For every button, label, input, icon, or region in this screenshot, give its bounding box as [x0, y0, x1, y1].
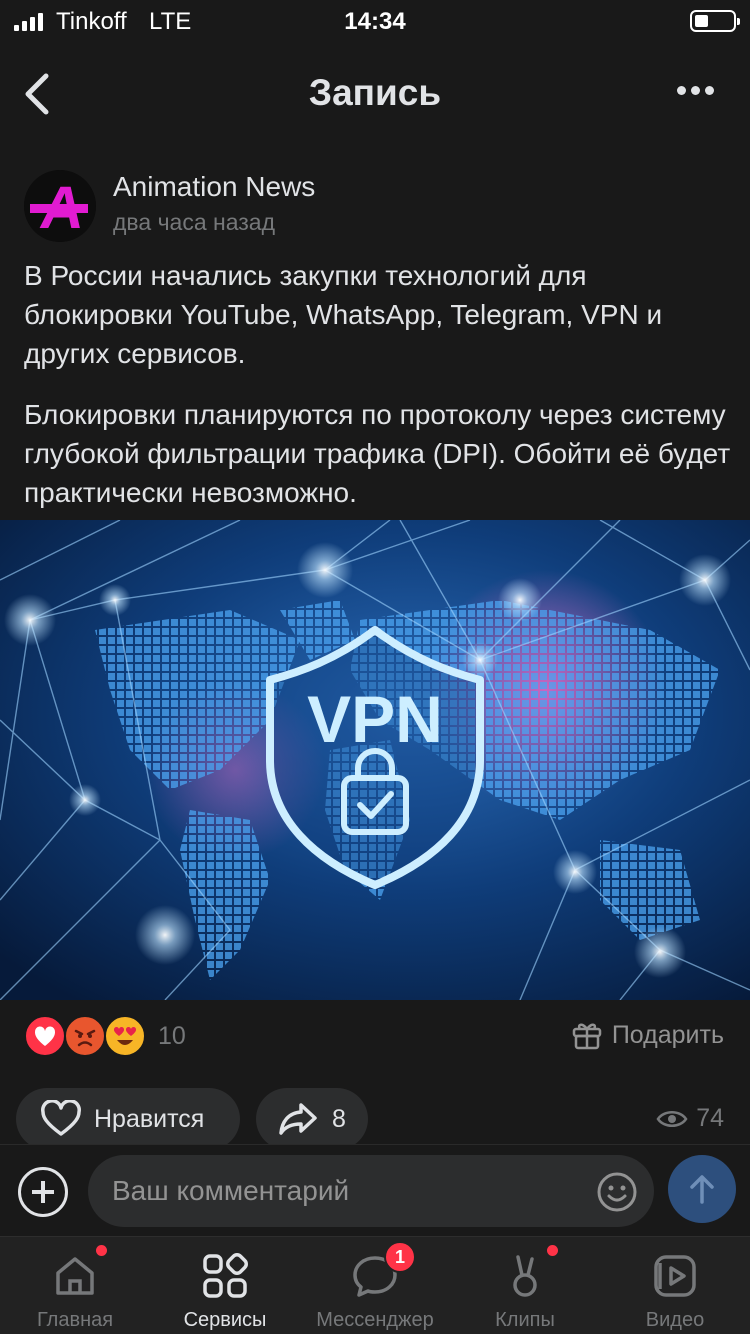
heart-reaction-icon — [24, 1015, 66, 1057]
gift-button[interactable]: Подарить — [570, 1018, 724, 1052]
tab-clips-label: Клипы — [495, 1309, 555, 1331]
views-counter: 74 — [656, 1104, 724, 1133]
page-title: Запись — [308, 72, 442, 113]
home-icon — [56, 1257, 94, 1295]
heart-outline-icon — [41, 1100, 81, 1136]
reaction-count: 10 — [158, 1021, 186, 1050]
post-paragraph-1: В России начались закупки технологий для… — [24, 260, 663, 369]
more-button[interactable] — [677, 86, 714, 95]
post-image[interactable]: VPN — [0, 520, 750, 1000]
share-arrow-icon — [279, 1103, 317, 1135]
tab-messenger-label: Мессенджер — [316, 1309, 434, 1331]
add-attachment-button[interactable] — [18, 1167, 68, 1217]
vpn-illustration: VPN — [0, 520, 750, 1000]
clock: 14:34 — [344, 8, 406, 35]
tab-messenger[interactable]: 1 Мессенджер — [300, 1237, 450, 1334]
post-paragraph-2: Блокировки планируются по протоколу чере… — [24, 399, 731, 508]
tab-clips[interactable]: Клипы — [450, 1237, 600, 1334]
header: Запись — [0, 50, 750, 140]
services-icon — [203, 1253, 248, 1298]
tab-video[interactable]: Видео — [600, 1237, 750, 1334]
avatar[interactable]: A — [24, 170, 96, 242]
video-icon — [654, 1255, 696, 1297]
clips-notification-dot — [547, 1245, 558, 1256]
tab-services-label: Сервисы — [183, 1309, 267, 1331]
tab-video-label: Видео — [645, 1309, 705, 1331]
like-button[interactable]: Нравится — [16, 1088, 240, 1150]
angry-reaction-icon — [64, 1015, 106, 1057]
tab-home-label: Главная — [36, 1309, 114, 1331]
author-name[interactable]: Animation News — [113, 171, 315, 203]
eye-icon — [656, 1110, 688, 1127]
animation-news-logo: A — [24, 170, 96, 242]
tab-home[interactable]: Главная — [0, 1237, 150, 1334]
send-button[interactable] — [668, 1155, 736, 1223]
share-count: 8 — [332, 1104, 346, 1133]
heart-eyes-reaction-icon — [104, 1015, 146, 1057]
arrow-up-icon — [690, 1175, 714, 1204]
home-notification-dot — [96, 1245, 107, 1256]
battery-icon — [690, 10, 740, 32]
share-button[interactable]: 8 — [256, 1088, 368, 1150]
reactions[interactable]: 10 — [24, 1015, 186, 1057]
more-horizontal-icon — [677, 86, 686, 95]
comment-input[interactable] — [88, 1155, 654, 1227]
views-count: 74 — [696, 1104, 724, 1132]
tab-bar: Главная Сервисы 1 Мессенджер Клипы Видео — [0, 1236, 750, 1334]
emoji-icon[interactable] — [596, 1171, 638, 1213]
image-vpn-text: VPN — [307, 682, 443, 756]
post-time: два часа назад — [113, 209, 276, 235]
clips-icon — [513, 1255, 537, 1297]
messenger-badge: 1 — [384, 1241, 416, 1273]
status-bar: Tinkoff LTE 14:34 — [0, 0, 750, 44]
like-label: Нравится — [94, 1104, 205, 1133]
gift-label: Подарить — [611, 1020, 724, 1049]
tab-services[interactable]: Сервисы — [150, 1237, 300, 1334]
comment-bar — [0, 1144, 750, 1236]
gift-icon — [572, 1023, 602, 1050]
